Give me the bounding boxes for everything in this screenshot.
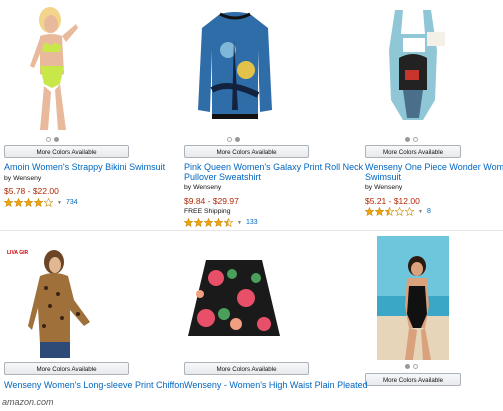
star-icon bbox=[34, 198, 43, 207]
star-icon bbox=[14, 198, 23, 207]
watermark: amazon.com bbox=[2, 397, 54, 407]
carousel-dots bbox=[46, 137, 59, 143]
product-price: $9.84 - $29.97 bbox=[184, 196, 239, 206]
more-colors-button[interactable]: More Colors Available bbox=[4, 145, 129, 158]
product-brand: by Wenseny bbox=[4, 175, 42, 182]
product-price: $5.78 - $22.00 bbox=[4, 186, 59, 196]
more-colors-button[interactable]: More Colors Available bbox=[365, 145, 461, 158]
rating-stars[interactable]: ▼ 734 bbox=[4, 198, 78, 207]
product-brand: by Wenseny bbox=[365, 184, 403, 191]
chevron-down-icon[interactable]: ▼ bbox=[237, 220, 242, 226]
carousel-dots bbox=[227, 137, 240, 143]
review-count-link[interactable]: 8 bbox=[427, 208, 431, 215]
product-price: $5.21 - $12.00 bbox=[365, 196, 420, 206]
shipping-label: FREE Shipping bbox=[184, 208, 231, 215]
rating-stars[interactable]: ▼ 8 bbox=[365, 207, 431, 216]
product-title[interactable]: Wenseny - Women's High Waist Plain Pleat… bbox=[184, 380, 368, 391]
product-image-beach-swimsuit[interactable] bbox=[377, 236, 449, 360]
more-colors-button[interactable]: More Colors Available bbox=[184, 145, 309, 158]
product-image-wonder-swimsuit[interactable] bbox=[375, 10, 451, 132]
star-icon bbox=[405, 207, 414, 216]
carousel-dots bbox=[405, 364, 418, 370]
star-icon bbox=[385, 207, 394, 216]
star-icon bbox=[214, 218, 223, 227]
star-icon bbox=[184, 218, 193, 227]
star-icon bbox=[4, 198, 13, 207]
more-colors-button[interactable]: More Colors Available bbox=[184, 362, 309, 375]
star-icon bbox=[194, 218, 203, 227]
row-divider bbox=[0, 230, 503, 231]
more-colors-button[interactable]: More Colors Available bbox=[4, 362, 129, 375]
chevron-down-icon[interactable]: ▼ bbox=[57, 200, 62, 206]
more-colors-button[interactable]: More Colors Available bbox=[365, 373, 461, 386]
product-image-chiffon-blouse[interactable] bbox=[28, 248, 96, 358]
star-icon bbox=[224, 218, 233, 227]
star-icon bbox=[365, 207, 374, 216]
carousel-dots bbox=[405, 137, 418, 143]
product-title[interactable]: Amoin Women's Strappy Bikini Swimsuit bbox=[4, 162, 165, 173]
star-icon bbox=[44, 198, 53, 207]
chevron-down-icon[interactable]: ▼ bbox=[418, 209, 423, 215]
review-count-link[interactable]: 734 bbox=[66, 199, 78, 206]
product-title[interactable]: Wenseny Women's Long-sleeve Print Chiffo… bbox=[4, 380, 184, 391]
product-image-sweatshirt[interactable] bbox=[198, 10, 272, 122]
rating-stars[interactable]: ▼ 133 bbox=[184, 218, 258, 227]
product-title-line2[interactable]: Swimsuit bbox=[365, 172, 401, 183]
product-image-floral-skirt[interactable] bbox=[186, 258, 282, 338]
star-icon bbox=[375, 207, 384, 216]
review-count-link[interactable]: 133 bbox=[246, 219, 258, 226]
star-icon bbox=[395, 207, 404, 216]
product-brand: by Wenseny bbox=[184, 184, 222, 191]
product-image-bikini[interactable] bbox=[22, 4, 84, 132]
star-icon bbox=[24, 198, 33, 207]
product-title-line2[interactable]: Pullover Sweatshirt bbox=[184, 172, 261, 183]
star-icon bbox=[204, 218, 213, 227]
